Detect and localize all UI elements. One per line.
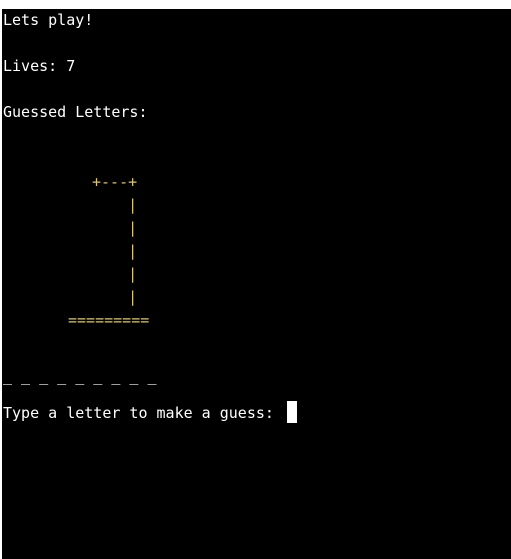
gallows-base: ========= (68, 311, 150, 329)
text-cursor[interactable] (286, 401, 297, 423)
gallows-pole: | (92, 196, 138, 214)
gallows-pole: | (92, 242, 138, 260)
guessed-letters-label: Guessed Letters: (3, 103, 148, 121)
lives-counter: Lives: 7 (3, 57, 76, 75)
guess-prompt-text: Type a letter to make a guess: (3, 404, 283, 422)
gallows-pole: | (92, 219, 138, 237)
guess-prompt[interactable]: Type a letter to make a guess: (3, 401, 297, 424)
gallows-pole: | (92, 265, 138, 283)
game-title: Lets play! (3, 11, 94, 29)
terminal-window: Lets play! Lives: 7 Guessed Letters: +--… (2, 9, 511, 559)
gallows-pole: | (92, 288, 138, 306)
word-blanks: _ _ _ _ _ _ _ _ _ (3, 367, 157, 385)
gallows-top: +---+ (92, 173, 138, 191)
